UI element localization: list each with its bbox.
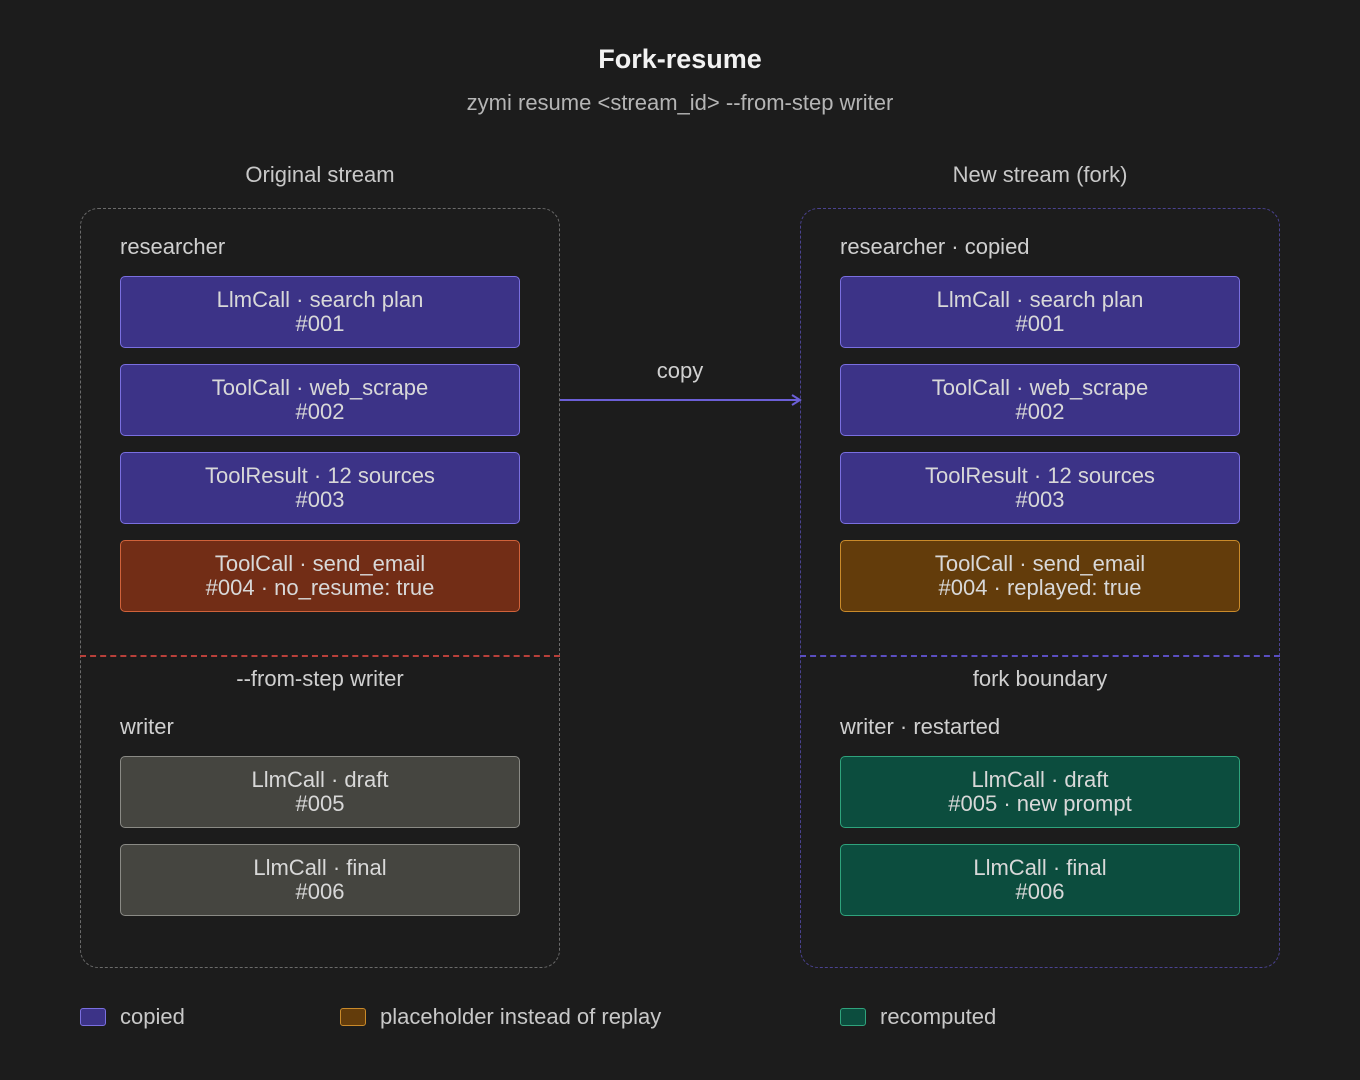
step-id: #005 · new prompt: [948, 791, 1132, 816]
step-id: #002: [295, 399, 345, 424]
step-title: ToolCall · send_email: [214, 551, 426, 576]
fork-group-writer-label: writer · restarted: [840, 714, 1001, 739]
legend-swatch-recomputed: [840, 1008, 866, 1026]
legend-swatch-copied: [80, 1008, 106, 1026]
fork-boundary-line: [800, 655, 1280, 657]
fork-step-005: LlmCall · draft #005 · new prompt: [840, 756, 1240, 828]
legend-placeholder: placeholder instead of replay: [340, 1004, 661, 1030]
step-title: ToolCall · web_scrape: [931, 375, 1149, 400]
step-title: LlmCall · draft: [971, 767, 1109, 792]
step-id: #004 · no_resume: true: [205, 575, 435, 600]
fork-group-researcher-label: researcher · copied: [840, 234, 1030, 259]
step-title: ToolCall · web_scrape: [211, 375, 429, 400]
step-id: #004 · replayed: true: [938, 575, 1142, 600]
original-step-001: LlmCall · search plan #001: [120, 276, 520, 348]
diagram-title: Fork-resume: [598, 44, 762, 74]
original-boundary-label: --from-step writer: [236, 666, 404, 691]
original-step-003: ToolResult · 12 sources #003: [120, 452, 520, 524]
step-id: #006: [295, 879, 345, 904]
step-id: #002: [1015, 399, 1065, 424]
step-title: ToolResult · 12 sources: [925, 463, 1155, 488]
step-title: LlmCall · search plan: [936, 287, 1144, 312]
original-step-002: ToolCall · web_scrape #002: [120, 364, 520, 436]
legend-label: recomputed: [880, 1004, 997, 1029]
step-title: LlmCall · final: [253, 855, 387, 880]
step-title: ToolResult · 12 sources: [205, 463, 435, 488]
step-title: LlmCall · search plan: [216, 287, 424, 312]
step-title: LlmCall · draft: [251, 767, 389, 792]
fork-stream-heading: New stream (fork): [952, 162, 1128, 187]
legend-copied: copied: [80, 1004, 185, 1030]
original-boundary-line: [80, 655, 560, 657]
copy-arrow-icon: [560, 394, 802, 406]
fork-step-004: ToolCall · send_email #004 · replayed: t…: [840, 540, 1240, 612]
step-id: #005: [295, 791, 345, 816]
step-title: ToolCall · send_email: [934, 551, 1146, 576]
original-step-004: ToolCall · send_email #004 · no_resume: …: [120, 540, 520, 612]
diagram-subtitle: zymi resume <stream_id> --from-step writ…: [466, 90, 894, 115]
copy-arrow-label: copy: [656, 358, 704, 383]
fork-step-003: ToolResult · 12 sources #003: [840, 452, 1240, 524]
original-stream-heading: Original stream: [245, 162, 395, 187]
original-group-researcher-label: researcher: [120, 234, 226, 259]
original-step-006: LlmCall · final #006: [120, 844, 520, 916]
legend-recomputed: recomputed: [840, 1004, 996, 1030]
legend-swatch-placeholder: [340, 1008, 366, 1026]
fork-boundary-label: fork boundary: [972, 666, 1108, 691]
original-group-writer-label: writer: [120, 714, 174, 739]
fork-step-002: ToolCall · web_scrape #002: [840, 364, 1240, 436]
step-id: #003: [295, 487, 345, 512]
step-title: LlmCall · final: [973, 855, 1107, 880]
fork-step-001: LlmCall · search plan #001: [840, 276, 1240, 348]
step-id: #001: [1015, 311, 1065, 336]
legend-label: copied: [120, 1004, 185, 1029]
original-step-005: LlmCall · draft #005: [120, 756, 520, 828]
step-id: #001: [295, 311, 345, 336]
step-id: #003: [1015, 487, 1065, 512]
legend-label: placeholder instead of replay: [380, 1004, 662, 1029]
fork-step-006: LlmCall · final #006: [840, 844, 1240, 916]
step-id: #006: [1015, 879, 1065, 904]
